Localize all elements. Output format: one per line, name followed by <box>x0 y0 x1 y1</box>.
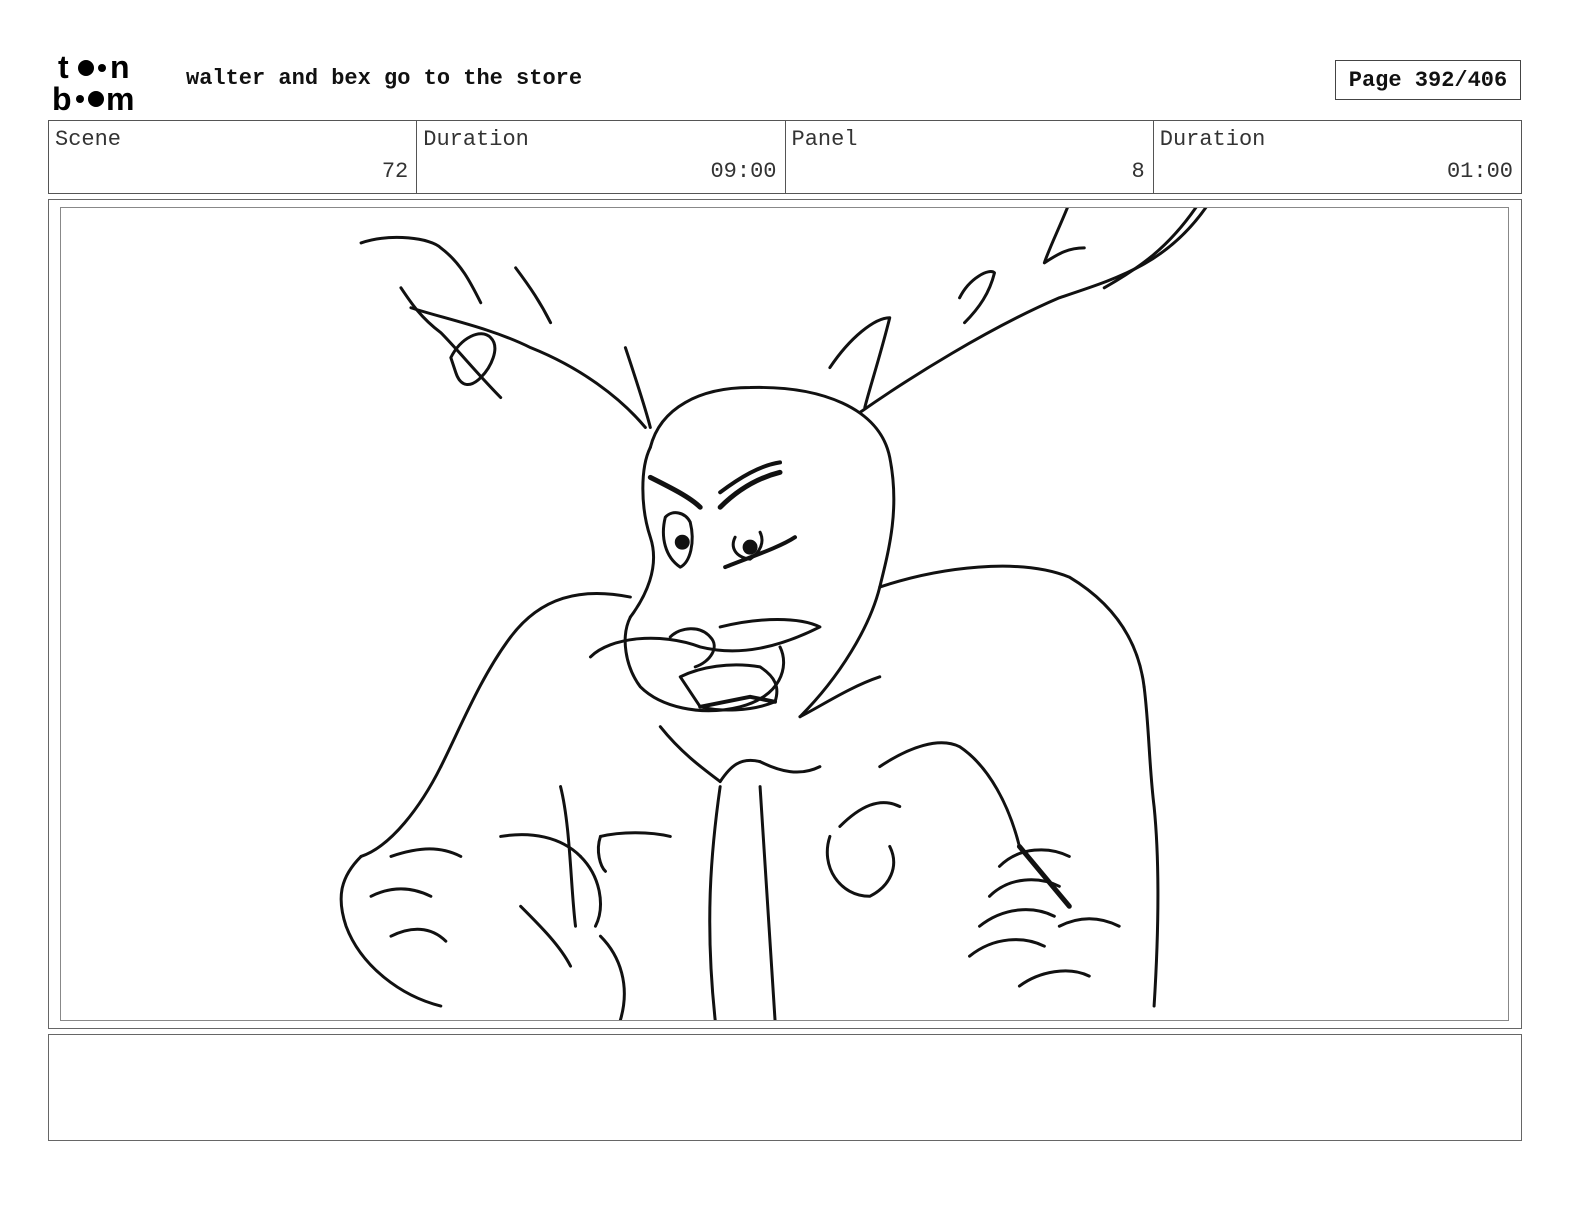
panel-notes-box <box>48 1034 1522 1141</box>
panel-value: 8 <box>1131 159 1145 184</box>
toon-boom-logo: t n b m <box>50 49 165 117</box>
scene-duration-cell: Duration 09:00 <box>417 121 786 193</box>
svg-text:m: m <box>106 81 134 114</box>
scene-cell: Scene 72 <box>49 121 418 193</box>
scene-duration-label: Duration <box>423 127 529 152</box>
antlered-character-sketch-icon <box>339 208 1208 1020</box>
panel-cell: Panel 8 <box>786 121 1154 193</box>
scene-duration-value: 09:00 <box>710 159 777 184</box>
scene-info-table: Scene 72 Duration 09:00 Panel 8 Duration… <box>48 120 1522 194</box>
panel-duration-value: 01:00 <box>1446 159 1513 184</box>
panel-duration-label: Duration <box>1159 127 1266 152</box>
svg-text:t: t <box>58 50 69 85</box>
document-title: walter and bex go to the store <box>186 66 583 91</box>
storyboard-panel-frame <box>48 199 1522 1029</box>
page-number-label: Page 392/406 <box>1348 67 1508 93</box>
svg-text:n: n <box>110 50 130 85</box>
scene-label: Scene <box>55 127 122 152</box>
panel-duration-cell: Duration 01:00 <box>1154 121 1521 193</box>
scene-value: 72 <box>381 159 409 184</box>
panel-label: Panel <box>791 127 858 152</box>
svg-text:b: b <box>52 81 72 114</box>
page-number-badge: Page 392/406 <box>1335 60 1521 100</box>
storyboard-panel-image <box>60 207 1509 1021</box>
